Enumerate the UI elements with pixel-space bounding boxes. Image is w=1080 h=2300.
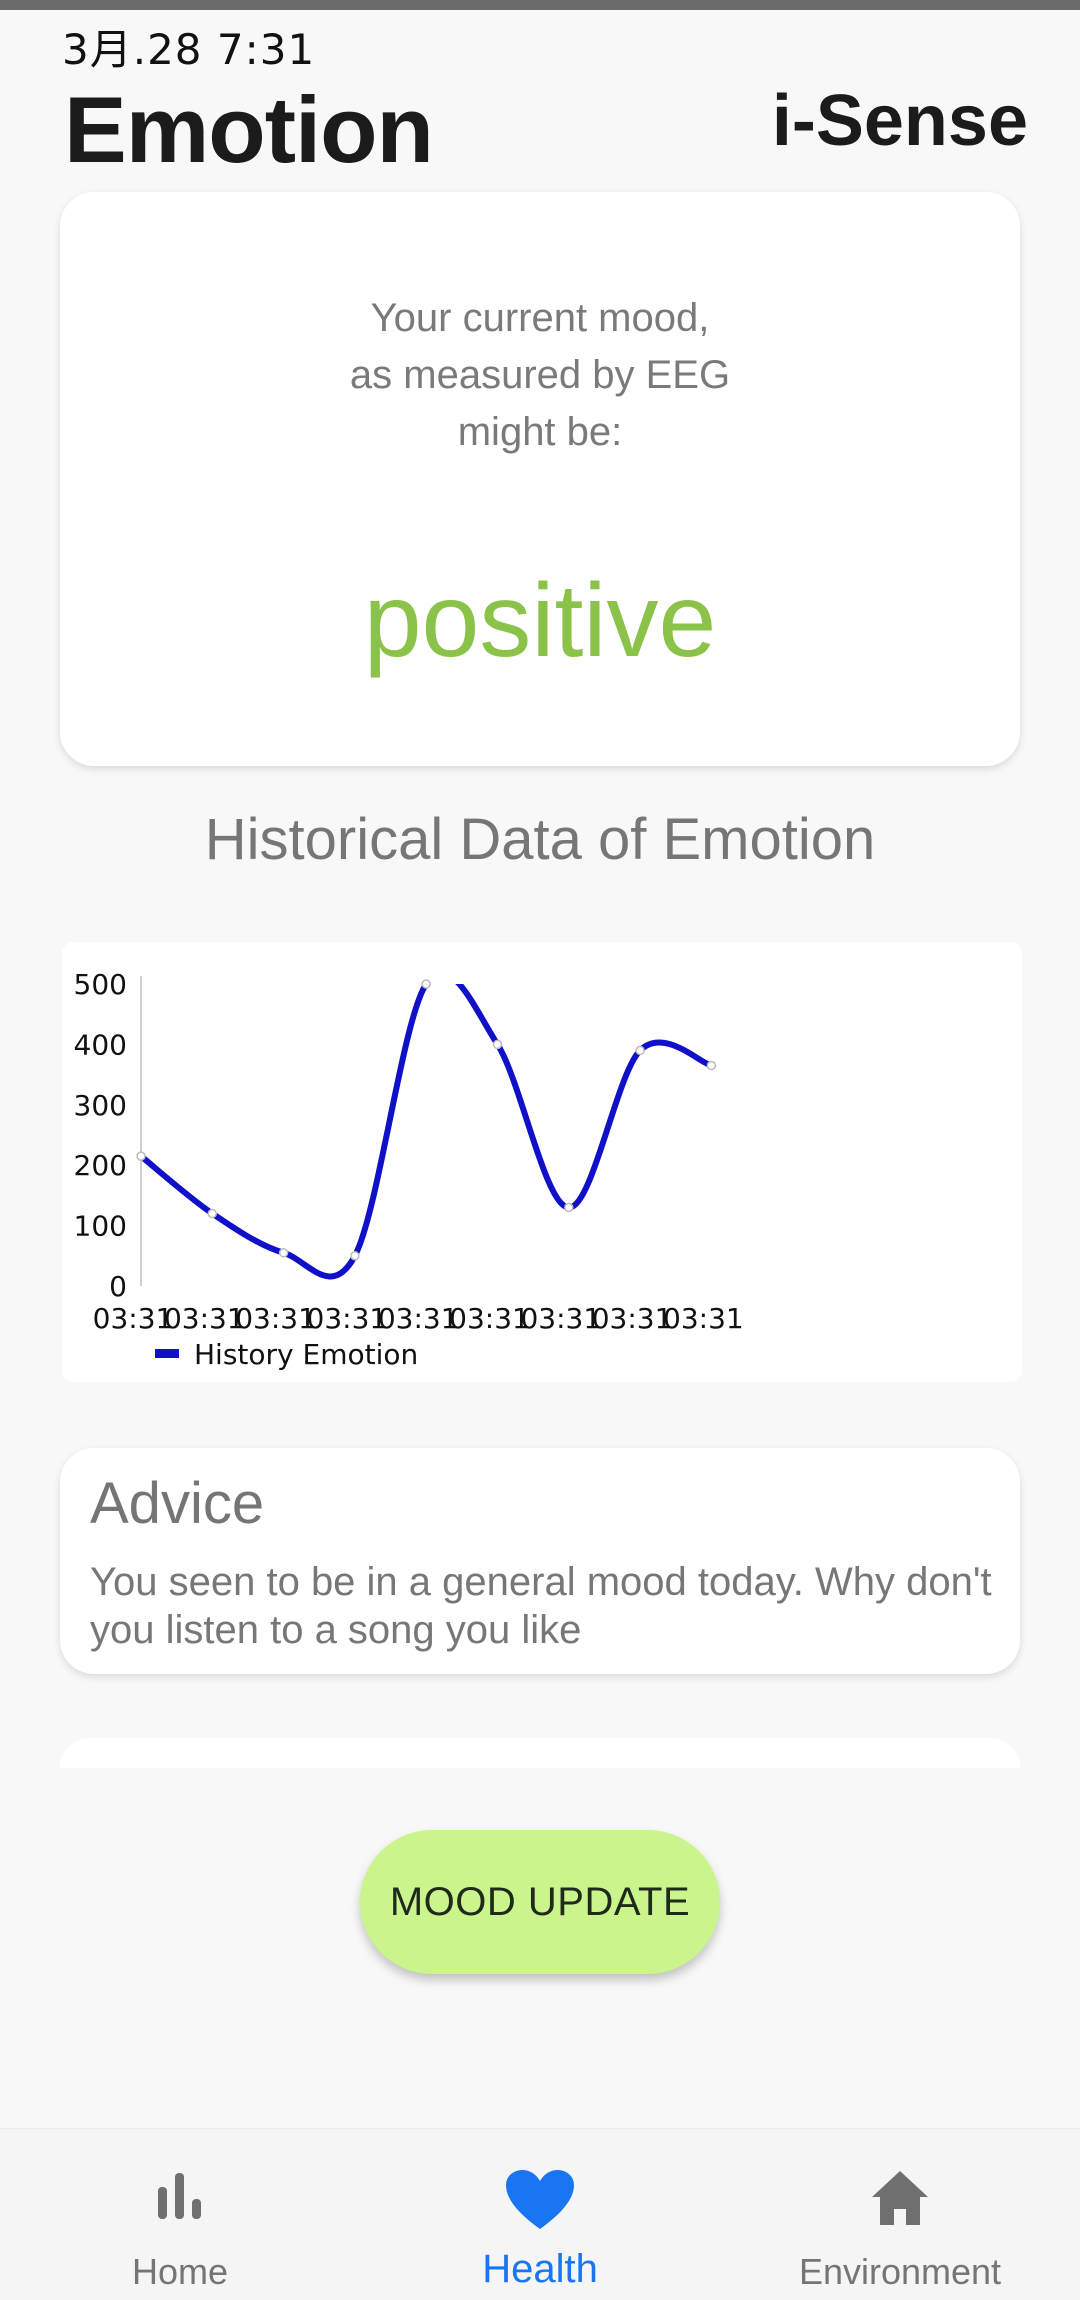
emotion-history-chart: 0 100 200 300 400 500 03:31 03:31 03:31 03:31 03:3… xyxy=(62,942,1022,1382)
x-tick-label: 03:31 xyxy=(235,1302,316,1335)
nav-item-home[interactable]: Home xyxy=(0,2129,360,2300)
current-mood-value: positive xyxy=(363,563,717,679)
nav-item-environment[interactable]: Environment xyxy=(720,2129,1080,2300)
data-point xyxy=(492,1039,503,1050)
x-tick-label: 03:31 xyxy=(93,1302,174,1335)
legend-label: History Emotion xyxy=(194,1338,418,1371)
history-section-title: Historical Data of Emotion xyxy=(204,807,876,872)
mood-prompt-line: as measured by EEG xyxy=(349,353,731,397)
x-tick-label: 03:31 xyxy=(592,1302,673,1335)
data-point xyxy=(564,1202,574,1213)
history-emotion-line xyxy=(139,984,713,1280)
x-tick-label: 03:31 xyxy=(520,1302,601,1335)
legend-swatch xyxy=(155,1349,179,1358)
y-tick-label: 300 xyxy=(74,1089,127,1122)
data-point xyxy=(350,1251,360,1261)
next-card-peek xyxy=(60,1738,1020,1768)
data-point xyxy=(207,1208,218,1219)
status-time: 3月.28 7:31 xyxy=(62,25,316,74)
data-point xyxy=(635,1045,645,1056)
advice-card: Advice You seen to be in a general mood … xyxy=(60,1448,1020,1674)
home-icon xyxy=(872,2171,928,2225)
y-tick-label: 200 xyxy=(74,1149,127,1182)
nav-item-health[interactable]: Health xyxy=(360,2129,720,2300)
nav-label-health: Health xyxy=(482,2247,598,2291)
chart-canvas: 010020030040050003:3103:3103:3103:3103:3… xyxy=(74,968,744,1371)
data-point xyxy=(278,1248,289,1258)
page-title: Emotion xyxy=(64,77,434,182)
mood-prompt-line: might be: xyxy=(457,410,623,454)
y-tick-label: 400 xyxy=(74,1028,127,1061)
nav-label-home: Home xyxy=(131,2251,229,2292)
emotion-screen: 3月.28 7:31 Emotion i-Sense Your current … xyxy=(0,0,1080,2300)
y-tick-label: 100 xyxy=(74,1210,127,1243)
data-point xyxy=(136,1151,146,1161)
nav-label-environment: Environment xyxy=(798,2251,1002,2292)
app-brand: i-Sense xyxy=(771,81,1028,161)
y-tick-label: 0 xyxy=(109,1270,127,1303)
x-tick-label: 03:31 xyxy=(164,1302,245,1335)
mood-update-button[interactable]: MOOD UPDATE xyxy=(360,1830,720,1974)
advice-title: Advice xyxy=(90,1471,265,1536)
status-bar-strip xyxy=(0,0,1080,10)
data-point xyxy=(421,979,431,989)
current-mood-card: Your current mood, as measured by EEG mi… xyxy=(60,192,1020,766)
heart-icon xyxy=(506,2169,574,2229)
advice-text: You seen to be in a general mood today. … xyxy=(90,1560,992,1652)
y-tick-label: 500 xyxy=(74,968,127,1001)
x-tick-label: 03:31 xyxy=(663,1302,744,1335)
x-tick-label: 03:31 xyxy=(449,1302,530,1335)
data-point xyxy=(706,1060,717,1071)
x-tick-label: 03:31 xyxy=(307,1302,388,1335)
mood-prompt-line: Your current mood, xyxy=(370,296,710,340)
bar-chart-icon xyxy=(158,2173,201,2219)
x-tick-label: 03:31 xyxy=(378,1302,459,1335)
bottom-navigation: Home Health Environment xyxy=(0,2128,1080,2300)
